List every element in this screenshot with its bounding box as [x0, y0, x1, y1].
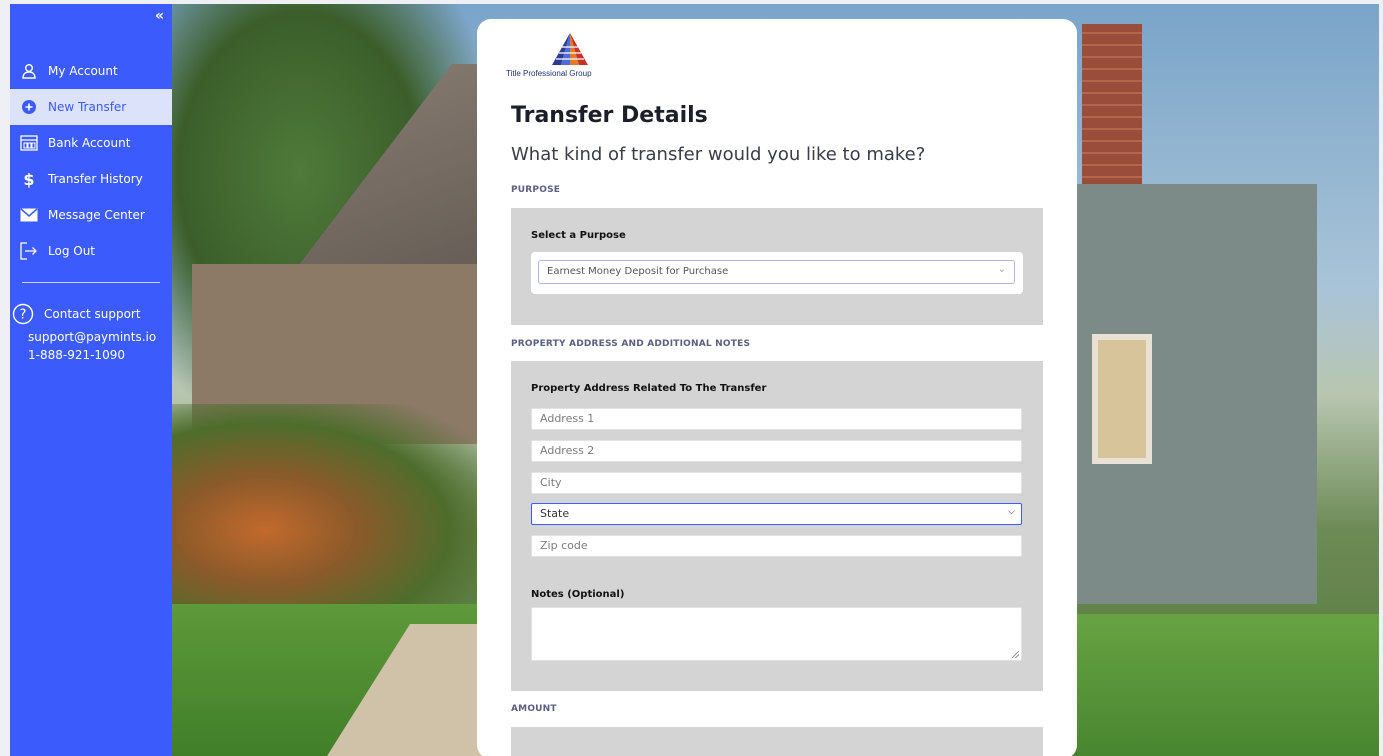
state-select[interactable]: State ⌵	[531, 503, 1022, 525]
sidebar-divider	[22, 282, 160, 283]
amount-section-heading: AMOUNT	[511, 704, 557, 714]
sidebar-item-new-transfer[interactable]: New Transfer	[10, 89, 172, 125]
sidebar-item-label: New Transfer	[48, 100, 127, 114]
page-title: Transfer Details	[511, 103, 708, 128]
sidebar-item-label: Log Out	[48, 244, 96, 258]
help-circle-icon: ?	[12, 303, 34, 325]
notes-label: Notes (Optional)	[531, 589, 625, 600]
sidebar-item-label: Message Center	[48, 208, 145, 222]
sidebar-item-my-account[interactable]: My Account	[10, 53, 172, 89]
resize-handle-icon[interactable]	[1012, 651, 1019, 658]
sidebar-item-label: My Account	[48, 64, 118, 78]
svg-text:?: ?	[20, 308, 27, 323]
user-icon	[20, 62, 38, 80]
notes-textarea[interactable]	[531, 607, 1022, 661]
contact-support-label: Contact support	[44, 307, 141, 321]
chevron-down-icon: ⌵	[1008, 507, 1015, 517]
state-select-value: State	[540, 507, 570, 520]
collapse-sidebar-icon[interactable]: «	[155, 8, 164, 24]
sidebar-item-label: Transfer History	[48, 172, 143, 186]
sidebar: « My Account New Transfer Bank Account $…	[10, 4, 172, 756]
zip-input[interactable]: Zip code	[531, 535, 1022, 557]
purpose-select-value: Earnest Money Deposit for Purchase	[547, 266, 729, 277]
contact-support-link[interactable]: ? Contact support	[10, 302, 172, 326]
select-purpose-label: Select a Purpose	[531, 230, 626, 241]
sidebar-item-bank-account[interactable]: Bank Account	[10, 125, 172, 161]
contact-support-section: ? Contact support support@paymints.io 1-…	[10, 302, 172, 362]
chevron-down-icon: ⌄	[997, 264, 1006, 275]
mail-icon	[20, 206, 38, 224]
support-phone[interactable]: 1-888-921-1090	[10, 348, 172, 362]
sidebar-item-message-center[interactable]: Message Center	[10, 197, 172, 233]
address2-input[interactable]: Address 2	[531, 440, 1022, 462]
purpose-panel: Select a Purpose Earnest Money Deposit f…	[511, 208, 1043, 325]
address-section-heading: PROPERTY ADDRESS AND ADDITIONAL NOTES	[511, 339, 751, 349]
plus-circle-icon	[20, 98, 38, 116]
address1-input[interactable]: Address 1	[531, 408, 1022, 430]
sidebar-item-label: Bank Account	[48, 136, 131, 150]
address-label: Property Address Related To The Transfer	[531, 383, 767, 394]
amount-panel	[511, 727, 1043, 756]
sidebar-item-log-out[interactable]: Log Out	[10, 233, 172, 269]
dollar-icon: $	[23, 169, 35, 189]
logout-icon	[20, 242, 38, 260]
logo-text: Title Professional Group	[506, 69, 592, 78]
page-subtitle: What kind of transfer would you like to …	[511, 144, 926, 165]
sidebar-nav: My Account New Transfer Bank Account $ T…	[10, 53, 172, 269]
support-email[interactable]: support@paymints.io	[10, 330, 172, 344]
purpose-select[interactable]: Earnest Money Deposit for Purchase ⌄	[538, 260, 1015, 284]
city-input[interactable]: City	[531, 472, 1022, 494]
purpose-select-wrapper: Earnest Money Deposit for Purchase ⌄	[531, 252, 1023, 294]
bank-icon	[20, 134, 38, 152]
sidebar-item-transfer-history[interactable]: $ Transfer History	[10, 161, 172, 197]
company-logo: Title Professional Group	[506, 31, 616, 81]
transfer-details-card: Title Professional Group Transfer Detail…	[477, 19, 1077, 756]
address-panel: Property Address Related To The Transfer…	[511, 361, 1043, 691]
purpose-section-heading: PURPOSE	[511, 185, 561, 195]
